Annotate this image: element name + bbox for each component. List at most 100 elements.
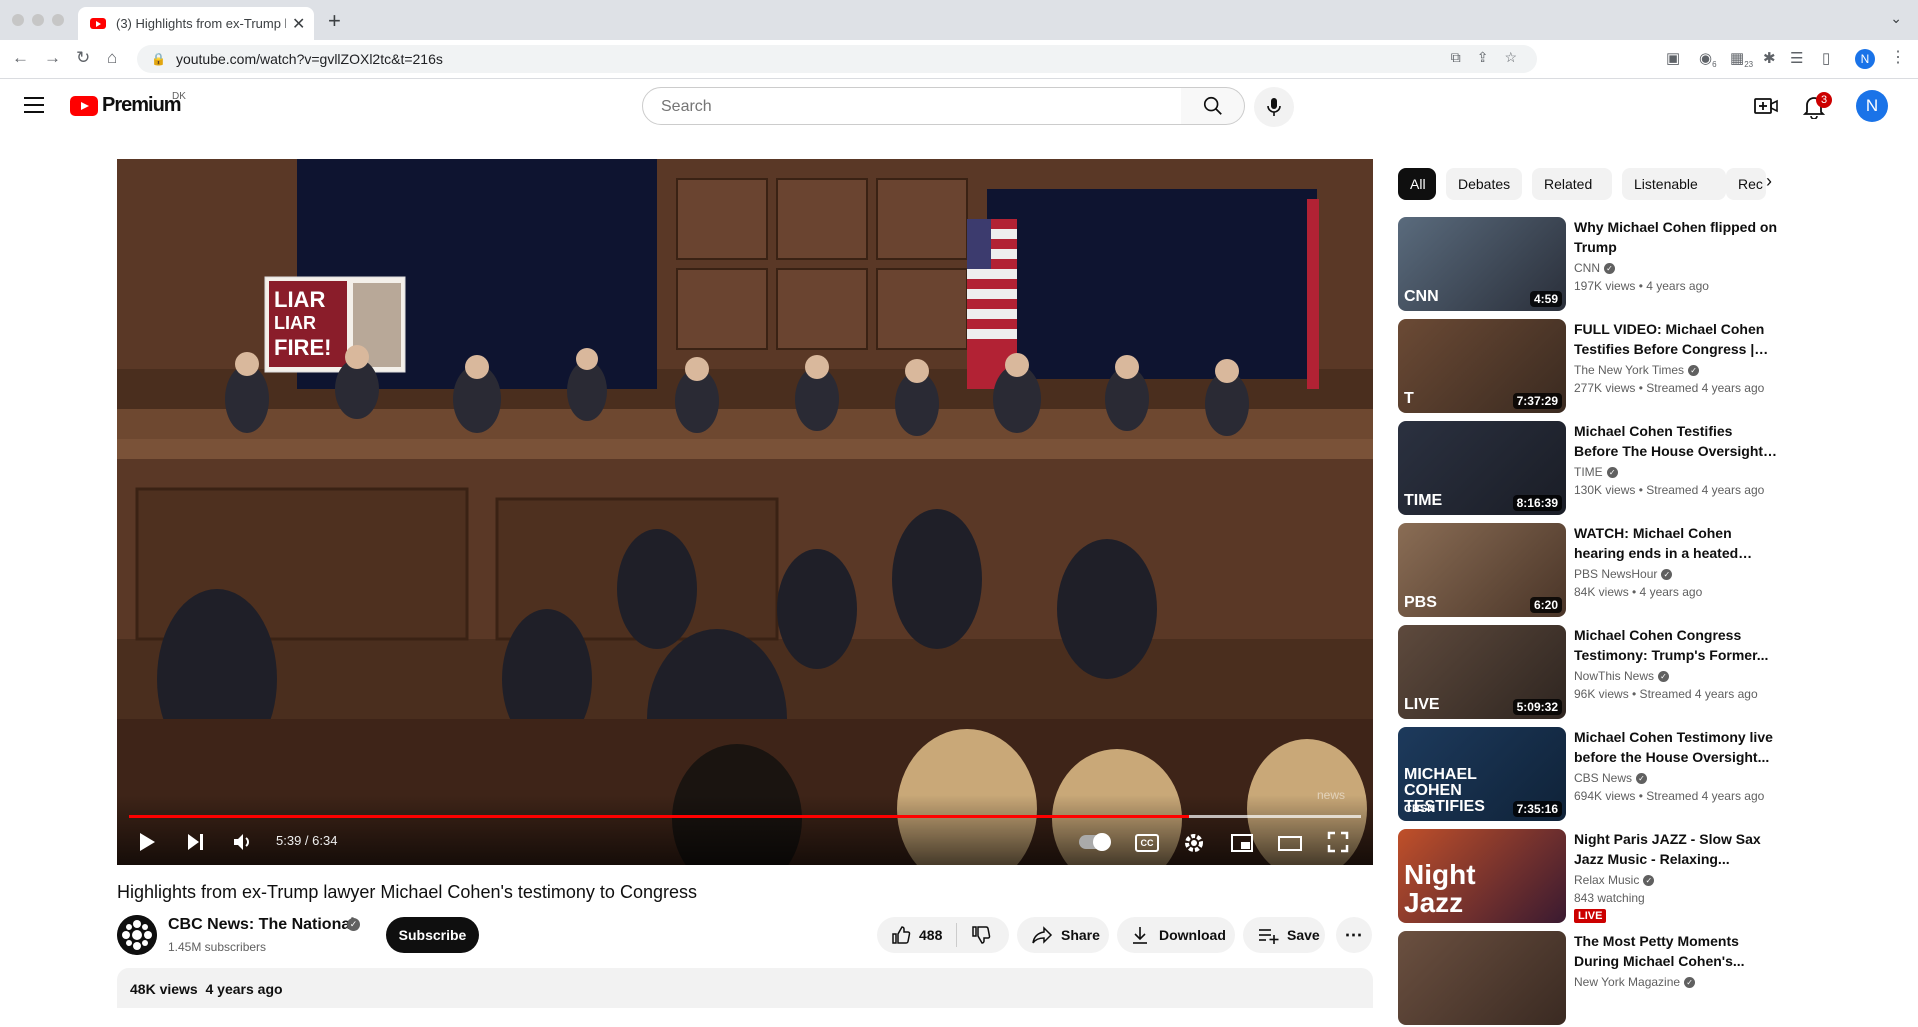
channel-name[interactable]: CBC News: The National (168, 916, 355, 934)
chip-listenable[interactable]: Listenable (1622, 168, 1726, 200)
chip-related[interactable]: Related (1532, 168, 1612, 200)
extension-red-icon[interactable]: ▦23 (1730, 49, 1753, 69)
miniplayer-icon[interactable] (1230, 832, 1254, 854)
video-thumbnail[interactable]: T 7:37:29 (1398, 319, 1566, 413)
browser-tab-active[interactable]: (3) Highlights from ex-Trump l ✕ (78, 7, 314, 40)
video-thumbnail[interactable]: MICHAEL COHEN TESTIFIES CBSN 7:35:16 (1398, 727, 1566, 821)
description-box[interactable] (117, 968, 1373, 1008)
chevron-down-icon[interactable]: ⌄ (1890, 10, 1902, 27)
minimize-window-dot[interactable] (32, 14, 44, 26)
time-display: 5:39 / 6:34 (276, 833, 338, 848)
address-bar[interactable]: 🔒 youtube.com/watch?v=gvllZOXl2tc&t=216s… (137, 45, 1537, 73)
video-thumbnail[interactable]: CNN 4:59 (1398, 217, 1566, 311)
next-icon[interactable] (185, 831, 207, 853)
share-button[interactable]: Share (1017, 917, 1109, 953)
search-field[interactable] (642, 87, 1182, 125)
like-button[interactable]: 488 (877, 923, 958, 947)
play-icon[interactable] (137, 831, 157, 853)
video-thumbnail[interactable]: TIME 8:16:39 (1398, 421, 1566, 515)
settings-gear-icon[interactable] (1183, 832, 1205, 854)
extension-s-icon[interactable]: ▣ (1666, 49, 1680, 67)
voice-search-button[interactable] (1254, 87, 1294, 127)
recommendation-item[interactable]: PBS 6:20 WATCH: Michael Cohen hearing ends… (1398, 523, 1918, 619)
share-page-icon[interactable]: ⇪ (1477, 49, 1489, 66)
duration-badge: 6:20 (1529, 597, 1562, 613)
youtube-logo-icon[interactable] (70, 96, 98, 116)
progress-fill (129, 815, 1189, 818)
recommendation-channel[interactable]: New York Magazine ✓ (1574, 975, 1696, 989)
home-icon[interactable]: ⌂ (107, 48, 117, 68)
recommendation-channel[interactable]: TIME ✓ (1574, 465, 1618, 479)
recommendation-title[interactable]: Michael Cohen Testifies Before The House… (1574, 421, 1780, 461)
recommendation-item[interactable]: T 7:37:29 FULL VIDEO: Michael Cohen Testif… (1398, 319, 1918, 415)
recommendation-channel[interactable]: NowThis News ✓ (1574, 669, 1670, 683)
channel-avatar[interactable] (117, 915, 157, 955)
duration-badge: 8:16:39 (1512, 495, 1562, 511)
recommendation-meta: 197K views • 4 years ago (1574, 279, 1709, 293)
recommendation-title[interactable]: The Most Petty Moments During Michael Co… (1574, 931, 1780, 971)
chip-all[interactable]: All (1398, 168, 1436, 200)
recommendation-title[interactable]: FULL VIDEO: Michael Cohen Testifies Befo… (1574, 319, 1780, 359)
extension-shield-icon[interactable]: ◉6 (1699, 49, 1717, 69)
menu-hamburger-icon[interactable] (24, 97, 44, 118)
recommendation-channel[interactable]: The New York Times ✓ (1574, 363, 1700, 377)
recommendation-channel[interactable]: CNN ✓ (1574, 261, 1615, 275)
recommendation-item[interactable]: MICHAEL COHEN TESTIFIES CBSN 7:35:16 Michae… (1398, 727, 1918, 823)
create-video-icon[interactable] (1754, 95, 1778, 117)
fullscreen-icon[interactable] (1327, 831, 1349, 853)
more-horizontal-icon: ⋯ (1344, 924, 1364, 945)
recommendation-title[interactable]: Michael Cohen Congress Testimony: Trump'… (1574, 625, 1780, 665)
upload-age: 4 years ago (205, 981, 283, 997)
recommendation-channel[interactable]: CBS News ✓ (1574, 771, 1648, 785)
side-panel-icon[interactable]: ▯ (1822, 49, 1830, 67)
browser-profile-avatar[interactable]: N (1855, 49, 1875, 69)
open-in-app-icon[interactable]: ⧉ (1451, 49, 1461, 66)
save-button[interactable]: Save (1243, 917, 1325, 953)
dislike-button[interactable] (957, 925, 1005, 945)
volume-icon[interactable] (232, 831, 252, 853)
bookmark-star-icon[interactable]: ☆ (1504, 49, 1517, 66)
subscribe-button[interactable]: Subscribe (386, 917, 479, 953)
download-button[interactable]: Download (1117, 917, 1235, 953)
captions-button[interactable]: CC (1135, 834, 1159, 852)
video-thumbnail[interactable] (1398, 931, 1566, 1025)
forward-arrow-icon[interactable]: → (44, 48, 61, 68)
recommendation-title[interactable]: Why Michael Cohen flipped on Trump (1574, 217, 1780, 257)
chip-debates[interactable]: Debates (1446, 168, 1522, 200)
new-tab-button[interactable]: + (328, 8, 341, 34)
theater-mode-icon[interactable] (1277, 832, 1303, 854)
video-thumbnail[interactable]: Night Jazz (1398, 829, 1566, 923)
account-avatar[interactable]: N (1856, 90, 1888, 122)
close-icon[interactable]: ✕ (292, 14, 305, 34)
chevron-right-icon[interactable]: › (1766, 171, 1772, 192)
back-arrow-icon[interactable]: ← (12, 48, 29, 68)
search-input[interactable] (659, 97, 1143, 117)
recommendation-item[interactable]: TIME 8:16:39 Michael Cohen Testifies Befor… (1398, 421, 1918, 517)
search-button[interactable] (1181, 87, 1245, 125)
reading-list-icon[interactable]: ☰ (1790, 49, 1803, 67)
recommendation-channel[interactable]: PBS NewsHour ✓ (1574, 567, 1673, 581)
recommendation-channel[interactable]: Relax Music ✓ (1574, 873, 1655, 887)
progress-bar[interactable] (129, 815, 1361, 818)
recommendation-title[interactable]: WATCH: Michael Cohen hearing ends in a h… (1574, 523, 1780, 563)
autoplay-toggle[interactable] (1079, 833, 1111, 851)
recommendation-item[interactable]: The Most Petty Moments During Michael Co… (1398, 931, 1918, 1027)
recommendation-item[interactable]: Night Jazz Night Paris JAZZ - Slow Sax Ja… (1398, 829, 1918, 925)
recommendation-item[interactable]: LIVE 5:09:32 Michael Cohen Congress Testim… (1398, 625, 1918, 721)
chip-rec[interactable]: Rec (1726, 168, 1766, 200)
recommendation-title[interactable]: Michael Cohen Testimony live before the … (1574, 727, 1780, 767)
recommendation-title[interactable]: Night Paris JAZZ - Slow Sax Jazz Music -… (1574, 829, 1780, 869)
recommendation-item[interactable]: CNN 4:59 Why Michael Cohen flipped on Trum… (1398, 217, 1918, 313)
more-actions-button[interactable]: ⋯ (1336, 917, 1372, 953)
url-text[interactable]: youtube.com/watch?v=gvllZOXl2tc&t=216s (176, 51, 443, 67)
browser-menu-icon[interactable]: ⋮ (1890, 47, 1906, 67)
premium-logo-text[interactable]: Premium (102, 94, 182, 117)
close-window-dot[interactable] (12, 14, 24, 26)
extensions-puzzle-icon[interactable]: ✱ (1763, 49, 1776, 67)
country-code: DK (172, 91, 186, 102)
video-thumbnail[interactable]: PBS 6:20 (1398, 523, 1566, 617)
reload-icon[interactable]: ↻ (76, 48, 90, 68)
video-player[interactable]: LIAR LIAR FIRE! 5:39 / 6:34 CC (117, 159, 1373, 865)
maximize-window-dot[interactable] (52, 14, 64, 26)
video-thumbnail[interactable]: LIVE 5:09:32 (1398, 625, 1566, 719)
